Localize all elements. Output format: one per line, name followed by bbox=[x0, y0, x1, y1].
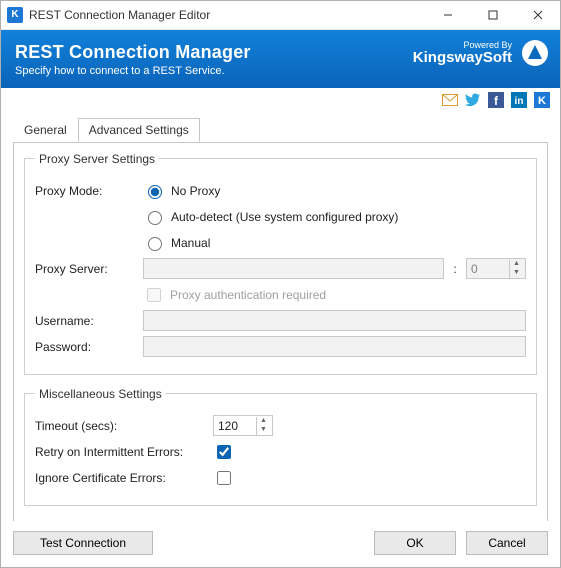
ignore-cert-label: Ignore Certificate Errors: bbox=[35, 471, 205, 485]
tab-advanced[interactable]: Advanced Settings bbox=[78, 118, 200, 142]
proxy-auth-checkbox-row: Proxy authentication required bbox=[143, 285, 326, 305]
app-icon: K bbox=[7, 7, 23, 23]
k-icon[interactable]: K bbox=[533, 92, 550, 109]
retry-checkbox[interactable] bbox=[217, 445, 231, 459]
proxy-mode-label: Proxy Mode: bbox=[35, 184, 135, 198]
proxy-auth-label: Proxy authentication required bbox=[170, 288, 326, 302]
proxy-server-label: Proxy Server: bbox=[35, 262, 135, 276]
minimize-icon bbox=[443, 10, 453, 20]
radio-no-proxy-label: No Proxy bbox=[171, 184, 220, 198]
proxy-legend: Proxy Server Settings bbox=[35, 152, 159, 166]
proxy-port-value: 0 bbox=[471, 262, 478, 276]
proxy-mode-auto[interactable]: Auto-detect (Use system configured proxy… bbox=[143, 208, 398, 225]
password-input bbox=[143, 336, 526, 357]
ok-button[interactable]: OK bbox=[374, 531, 456, 555]
radio-auto[interactable] bbox=[148, 211, 162, 225]
proxy-port-input: 0 ▲▼ bbox=[466, 258, 526, 279]
radio-auto-label: Auto-detect (Use system configured proxy… bbox=[171, 210, 398, 224]
close-button[interactable] bbox=[515, 1, 560, 29]
tab-strip: General Advanced Settings bbox=[13, 118, 548, 143]
svg-text:in: in bbox=[514, 96, 523, 107]
radio-no-proxy[interactable] bbox=[148, 185, 162, 199]
radio-manual[interactable] bbox=[148, 237, 162, 251]
password-label: Password: bbox=[35, 340, 135, 354]
misc-settings-group: Miscellaneous Settings Timeout (secs): 1… bbox=[24, 387, 537, 506]
brand-name: ingswaySoft bbox=[424, 49, 512, 66]
proxy-mode-manual[interactable]: Manual bbox=[143, 234, 210, 251]
window-title: REST Connection Manager Editor bbox=[29, 8, 210, 22]
proxy-mode-no-proxy[interactable]: No Proxy bbox=[143, 182, 220, 199]
timeout-spinner[interactable]: ▲▼ bbox=[256, 417, 270, 435]
banner: REST Connection Manager Specify how to c… bbox=[1, 30, 560, 88]
brand-logo: Powered By KingswaySoft bbox=[413, 41, 512, 65]
product-icon bbox=[520, 38, 550, 68]
timeout-input[interactable]: 120 ▲▼ bbox=[213, 415, 273, 436]
tab-panel-advanced: Proxy Server Settings Proxy Mode: No Pro… bbox=[13, 142, 548, 521]
social-bar: f in K bbox=[1, 88, 560, 113]
title-bar: K REST Connection Manager Editor bbox=[1, 1, 560, 30]
maximize-icon bbox=[488, 10, 498, 20]
linkedin-icon[interactable]: in bbox=[510, 92, 527, 109]
misc-legend: Miscellaneous Settings bbox=[35, 387, 166, 401]
maximize-button[interactable] bbox=[470, 1, 515, 29]
proxy-settings-group: Proxy Server Settings Proxy Mode: No Pro… bbox=[24, 152, 537, 375]
ignore-cert-checkbox[interactable] bbox=[217, 471, 231, 485]
proxy-port-spinner: ▲▼ bbox=[509, 260, 523, 278]
cancel-button[interactable]: Cancel bbox=[466, 531, 548, 555]
proxy-server-input bbox=[143, 258, 444, 279]
close-icon bbox=[533, 10, 543, 20]
username-label: Username: bbox=[35, 314, 135, 328]
twitter-icon[interactable] bbox=[464, 92, 481, 109]
window: K REST Connection Manager Editor REST Co… bbox=[0, 0, 561, 568]
username-input bbox=[143, 310, 526, 331]
minimize-button[interactable] bbox=[425, 1, 470, 29]
facebook-icon[interactable]: f bbox=[487, 92, 504, 109]
footer: Test Connection OK Cancel bbox=[1, 521, 560, 567]
email-icon[interactable] bbox=[441, 92, 458, 109]
proxy-port-separator: : bbox=[452, 262, 458, 276]
retry-label: Retry on Intermittent Errors: bbox=[35, 445, 205, 459]
tab-general[interactable]: General bbox=[13, 118, 78, 142]
svg-text:K: K bbox=[538, 95, 546, 107]
proxy-auth-checkbox bbox=[147, 288, 161, 302]
content-area: General Advanced Settings Proxy Server S… bbox=[1, 113, 560, 521]
timeout-value: 120 bbox=[218, 419, 238, 433]
test-connection-button[interactable]: Test Connection bbox=[13, 531, 153, 555]
timeout-label: Timeout (secs): bbox=[35, 419, 205, 433]
radio-manual-label: Manual bbox=[171, 236, 210, 250]
